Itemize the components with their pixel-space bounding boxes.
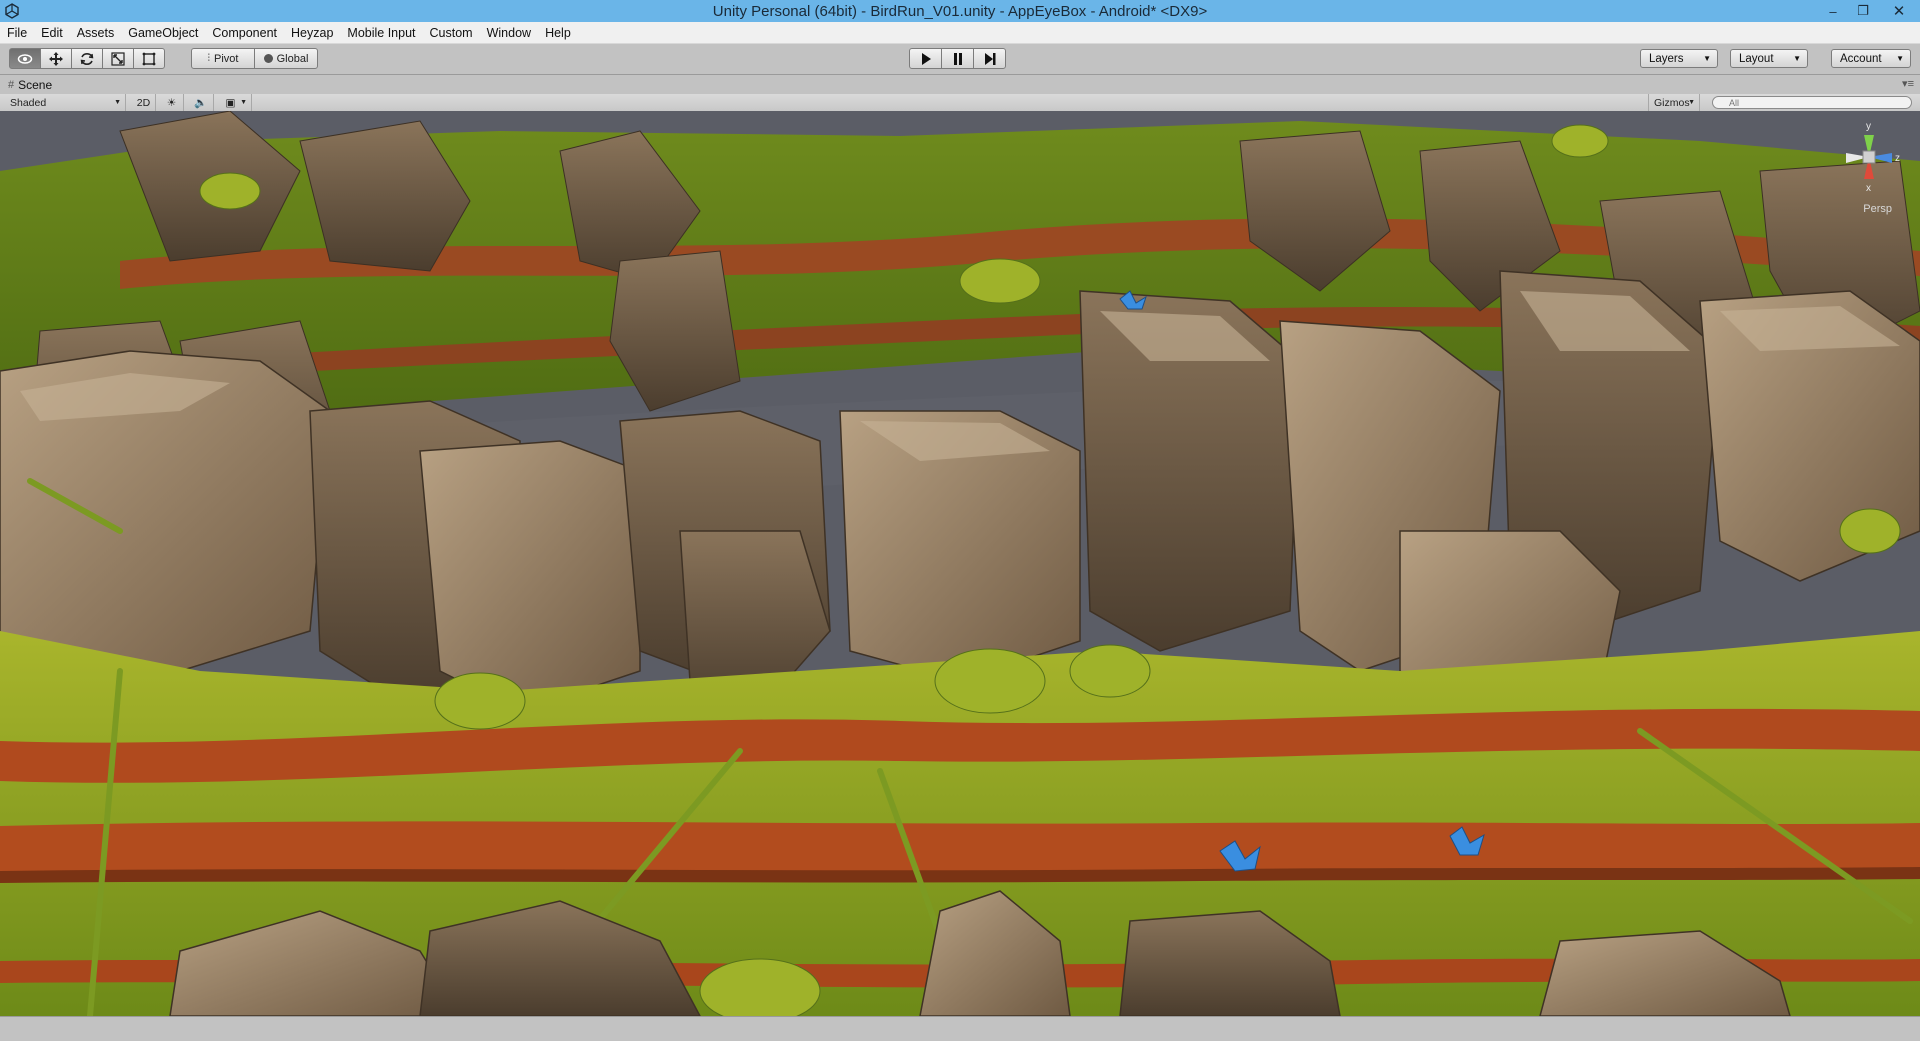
- gizmo-z-label: z: [1895, 153, 1900, 164]
- sun-icon: ☀: [166, 96, 177, 109]
- step-icon: [984, 52, 995, 65]
- menu-edit[interactable]: Edit: [34, 26, 70, 40]
- menu-window[interactable]: Window: [480, 26, 538, 40]
- gizmo-x-label: x: [1866, 183, 1871, 194]
- chevron-down-icon: ▼: [1703, 54, 1711, 63]
- scene-render[interactable]: [0, 111, 1920, 1016]
- pivot-label: Pivot: [214, 52, 239, 65]
- menu-bar: File Edit Assets GameObject Component He…: [0, 22, 1920, 44]
- scale-tool-button[interactable]: [102, 48, 134, 69]
- scene-effects-dropdown[interactable]: ▣ ▼: [218, 94, 252, 111]
- scene-viewport[interactable]: y z x Persp: [0, 111, 1920, 1016]
- title-bar: Unity Personal (64bit) - BirdRun_V01.uni…: [0, 0, 1920, 22]
- menu-file[interactable]: File: [0, 26, 34, 40]
- menu-assets[interactable]: Assets: [70, 26, 122, 40]
- scene-toolbar: Shaded ▼ 2D ☀ 🔈 ▣ ▼ Gizmos ▼ ⌕: [0, 94, 1920, 112]
- layers-label: Layers: [1649, 52, 1684, 65]
- scene-tab[interactable]: # Scene: [4, 76, 62, 94]
- play-button[interactable]: [909, 48, 942, 69]
- main-toolbar: ⫶ Pivot Global Layers ▼ Layout ▼ Account…: [0, 44, 1920, 75]
- close-button[interactable]: ✕: [1878, 0, 1920, 22]
- toggle-2d-label: 2D: [136, 96, 151, 109]
- pivot-toggle[interactable]: ⫶ Pivot: [191, 48, 255, 69]
- scene-search-input[interactable]: [1712, 96, 1912, 109]
- scale-icon: [111, 51, 125, 66]
- gizmos-label: Gizmos: [1654, 96, 1690, 109]
- move-tool-button[interactable]: [40, 48, 72, 69]
- window-controls: – ❐ ✕: [1818, 0, 1920, 22]
- status-bar: [0, 1016, 1920, 1041]
- pause-button[interactable]: [941, 48, 974, 69]
- window-title: Unity Personal (64bit) - BirdRun_V01.uni…: [712, 2, 1208, 20]
- play-icon: [921, 52, 931, 65]
- scene-lighting-toggle[interactable]: ☀: [160, 94, 184, 111]
- menu-help[interactable]: Help: [538, 26, 578, 40]
- menu-gameobject[interactable]: GameObject: [121, 26, 205, 40]
- transform-tools: [9, 48, 165, 69]
- minimize-button[interactable]: –: [1818, 0, 1848, 22]
- hand-tool-button[interactable]: [9, 48, 41, 69]
- restore-button[interactable]: ❐: [1848, 0, 1878, 22]
- toggle-2d-button[interactable]: 2D: [132, 94, 156, 111]
- move-arrows-icon: [49, 51, 63, 66]
- pause-icon: [953, 52, 962, 65]
- layers-dropdown[interactable]: Layers ▼: [1640, 49, 1718, 68]
- gizmo-center-cube: [1862, 150, 1876, 164]
- layout-label: Layout: [1739, 52, 1774, 65]
- speaker-icon: 🔈: [193, 97, 208, 109]
- rotate-tool-button[interactable]: [71, 48, 103, 69]
- scene-grid-icon: #: [8, 79, 15, 91]
- shading-mode-label: Shaded: [10, 96, 47, 109]
- chevron-down-icon: ▼: [1793, 54, 1801, 63]
- orientation-gizmo[interactable]: y z x: [1834, 117, 1904, 203]
- scene-tab-bar: # Scene ▾≡: [0, 75, 1920, 94]
- layout-dropdown[interactable]: Layout ▼: [1730, 49, 1808, 68]
- scene-tab-label: Scene: [18, 78, 53, 92]
- dirt-path-main: [0, 821, 1920, 876]
- shading-mode-dropdown[interactable]: Shaded ▼: [0, 94, 126, 111]
- chevron-down-icon: ▼: [240, 99, 247, 106]
- global-label: Global: [276, 52, 309, 65]
- rect-tool-button[interactable]: [133, 48, 165, 69]
- pivot-global-toggles: ⫶ Pivot Global: [191, 48, 318, 69]
- gizmo-y-label: y: [1866, 121, 1871, 132]
- menu-component[interactable]: Component: [205, 26, 284, 40]
- gizmos-dropdown[interactable]: Gizmos ▼: [1648, 94, 1700, 111]
- rect-icon: [142, 52, 156, 65]
- chevron-down-icon: ▼: [114, 99, 121, 106]
- unity-logo-icon: [5, 3, 19, 19]
- step-button[interactable]: [973, 48, 1006, 69]
- menu-heyzap[interactable]: Heyzap: [284, 26, 340, 40]
- playback-controls: [909, 48, 1006, 69]
- globe-icon: [263, 54, 273, 63]
- rotate-icon: [80, 52, 94, 65]
- chevron-down-icon: ▼: [1896, 54, 1904, 63]
- global-toggle[interactable]: Global: [254, 48, 318, 69]
- panel-menu-icon[interactable]: ▾≡: [1902, 77, 1914, 90]
- eye-icon: [17, 53, 33, 64]
- account-dropdown[interactable]: Account ▼: [1831, 49, 1911, 68]
- projection-label[interactable]: Persp: [1863, 203, 1892, 215]
- pivot-icon: ⫶: [207, 53, 211, 64]
- chevron-down-icon: ▼: [1688, 99, 1695, 106]
- scene-audio-toggle[interactable]: 🔈: [188, 94, 214, 111]
- menu-custom[interactable]: Custom: [423, 26, 480, 40]
- account-label: Account: [1840, 52, 1882, 65]
- image-icon: ▣: [225, 96, 236, 109]
- menu-mobile-input[interactable]: Mobile Input: [340, 26, 422, 40]
